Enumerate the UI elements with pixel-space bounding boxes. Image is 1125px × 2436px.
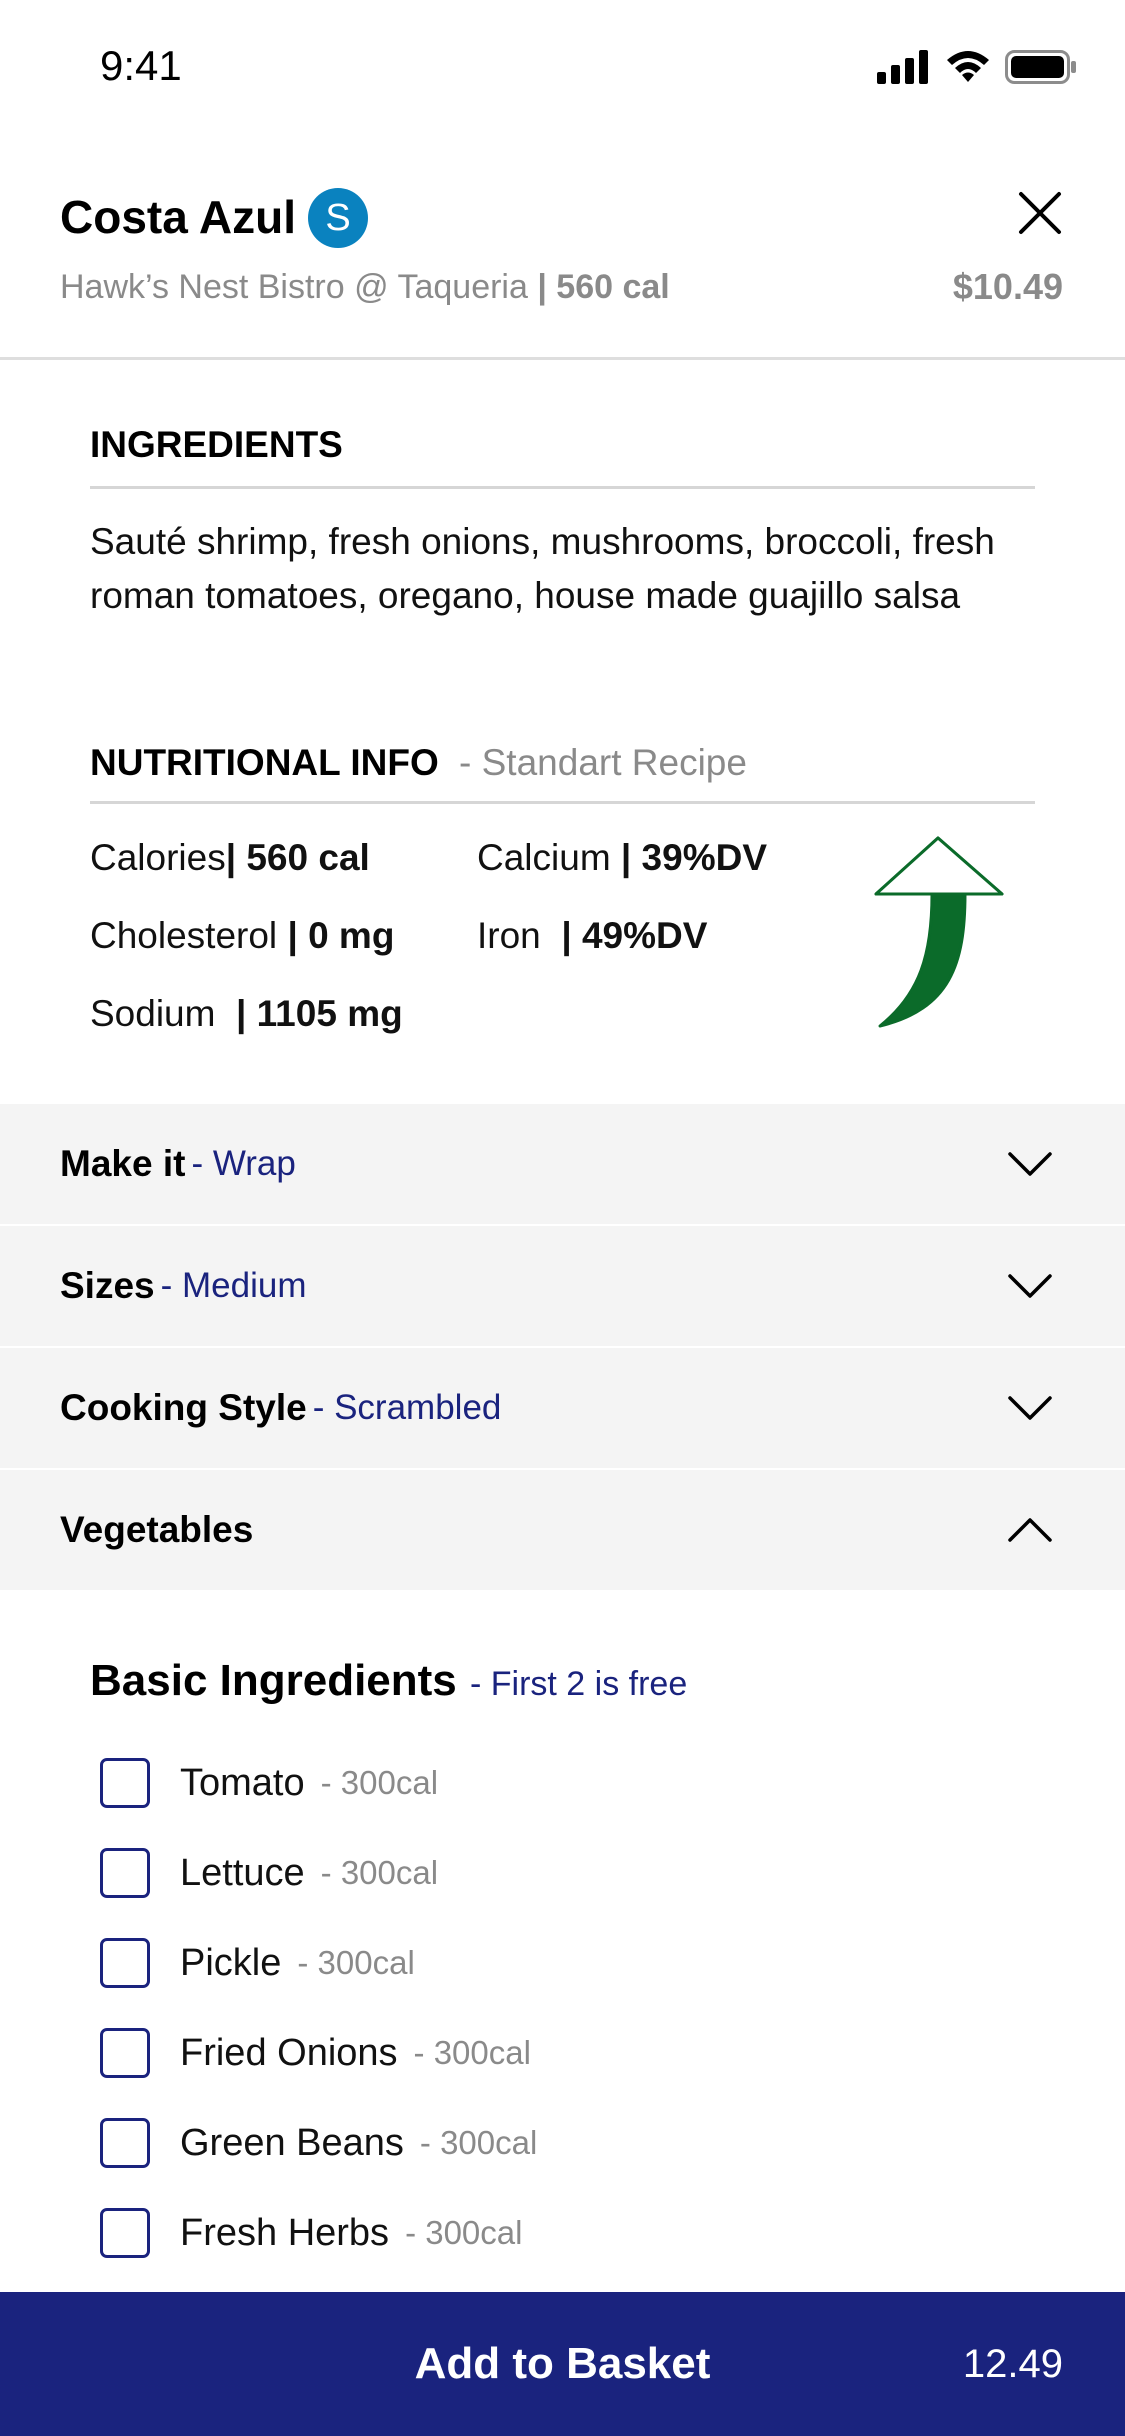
ingredient-calories: - 300cal bbox=[320, 1764, 439, 1801]
sodium-value: | 1105 mg bbox=[236, 993, 403, 1034]
calcium-value: | 39%DV bbox=[620, 837, 768, 878]
header-divider bbox=[0, 357, 1125, 360]
ingredient-option-fresh-herbs[interactable]: Fresh Herbs - 300cal bbox=[100, 2204, 522, 2262]
option-cooking-style[interactable]: Cooking Style - Scrambled bbox=[0, 1348, 1125, 1468]
nutrition-sodium: Sodium | 1105 mg bbox=[90, 993, 403, 1035]
option-value: - Wrap bbox=[191, 1144, 296, 1183]
option-label: Cooking Style bbox=[60, 1387, 307, 1428]
item-price: $10.49 bbox=[952, 266, 1063, 307]
ingredient-calories: - 300cal bbox=[320, 1854, 439, 1891]
vendor-badge: S bbox=[308, 188, 368, 248]
checkbox[interactable] bbox=[100, 2028, 150, 2078]
add-to-basket-bar[interactable]: Add to Basket 12.49 bbox=[0, 2292, 1125, 2436]
ingredient-calories: - 300cal bbox=[419, 2124, 538, 2161]
ingredient-option-tomato[interactable]: Tomato - 300cal bbox=[100, 1754, 438, 1812]
battery-icon bbox=[1005, 50, 1076, 84]
calories-label: Calories bbox=[90, 837, 226, 878]
option-make-it-label: Make it - Wrap bbox=[60, 1104, 296, 1224]
chevron-down-icon[interactable] bbox=[1007, 1268, 1053, 1304]
iron-label: Iron bbox=[477, 915, 541, 956]
nutrition-heading: NUTRITIONAL INFO bbox=[90, 742, 439, 783]
checkbox[interactable] bbox=[100, 2208, 150, 2258]
option-cooking-style-label: Cooking Style - Scrambled bbox=[60, 1348, 501, 1468]
ingredient-option-pickle[interactable]: Pickle - 300cal bbox=[100, 1934, 415, 1992]
ingredient-label: Tomato bbox=[180, 1761, 305, 1804]
option-value: - Medium bbox=[160, 1266, 307, 1305]
basic-ingredients-title: Basic Ingredients bbox=[90, 1656, 457, 1705]
option-vegetables-label: Vegetables bbox=[60, 1470, 253, 1590]
ingredient-label: Green Beans bbox=[180, 2121, 404, 2164]
ingredients-divider bbox=[90, 486, 1035, 489]
calorie-label: | 560 cal bbox=[537, 268, 670, 306]
nutrition-cholesterol: Cholesterol | 0 mg bbox=[90, 915, 394, 957]
status-time: 9:41 bbox=[100, 42, 182, 89]
option-label: Vegetables bbox=[60, 1509, 254, 1550]
status-icons bbox=[877, 50, 1077, 84]
wifi-icon bbox=[947, 51, 989, 82]
ingredients-heading: INGREDIENTS bbox=[90, 424, 343, 465]
signal-icon bbox=[877, 50, 928, 84]
ingredient-label: Lettuce bbox=[180, 1851, 305, 1894]
nutrition-heading-row: NUTRITIONAL INFO - Standart Recipe bbox=[90, 742, 747, 784]
add-to-basket-button[interactable]: Add to Basket bbox=[0, 2292, 1125, 2436]
ingredient-label: Pickle bbox=[180, 1941, 282, 1984]
chevron-down-icon[interactable] bbox=[1007, 1390, 1053, 1426]
ingredient-calories: - 300cal bbox=[405, 2214, 523, 2251]
ingredient-calories: - 300cal bbox=[297, 1944, 415, 1981]
nutrition-divider bbox=[90, 801, 1035, 804]
iron-value: | 49%DV bbox=[561, 915, 708, 956]
close-icon[interactable] bbox=[1017, 190, 1063, 236]
ingredient-calories: - 300cal bbox=[413, 2034, 531, 2071]
curved-arrow-up-icon bbox=[874, 836, 1004, 1028]
chevron-up-icon[interactable] bbox=[1007, 1512, 1053, 1548]
option-label: Sizes bbox=[60, 1265, 155, 1306]
checkbox[interactable] bbox=[100, 1938, 150, 1988]
nutrition-subheading: - Standart Recipe bbox=[459, 742, 747, 783]
nutrition-iron: Iron | 49%DV bbox=[477, 915, 707, 957]
option-sizes-label: Sizes - Medium bbox=[60, 1226, 307, 1346]
checkbox[interactable] bbox=[100, 1758, 150, 1808]
ingredient-option-fried-onions[interactable]: Fried Onions - 300cal bbox=[100, 2024, 531, 2082]
checkbox[interactable] bbox=[100, 2118, 150, 2168]
location-label: Hawk’s Nest Bistro @ Taqueria bbox=[60, 268, 528, 306]
cholesterol-label: Cholesterol bbox=[90, 915, 278, 956]
nutrition-calcium: Calcium | 39%DV bbox=[477, 837, 767, 879]
cholesterol-value: | 0 mg bbox=[287, 915, 395, 956]
option-label: Make it bbox=[60, 1143, 186, 1184]
calcium-label: Calcium bbox=[477, 837, 611, 878]
ingredients-text: Sauté shrimp, fresh onions, mushrooms, b… bbox=[90, 521, 995, 616]
option-make-it[interactable]: Make it - Wrap bbox=[0, 1104, 1125, 1224]
checkbox[interactable] bbox=[100, 1848, 150, 1898]
ingredient-label: Fresh Herbs bbox=[180, 2211, 390, 2254]
option-value: - Scrambled bbox=[312, 1388, 502, 1427]
chevron-down-icon[interactable] bbox=[1007, 1146, 1053, 1182]
ingredient-option-lettuce[interactable]: Lettuce - 300cal bbox=[100, 1844, 438, 1902]
option-vegetables[interactable]: Vegetables bbox=[0, 1470, 1125, 1590]
option-sizes[interactable]: Sizes - Medium bbox=[0, 1226, 1125, 1346]
nutrition-calories: Calories| 560 cal bbox=[90, 837, 370, 879]
sodium-label: Sodium bbox=[90, 993, 216, 1034]
item-subtitle: Hawk’s Nest Bistro @ Taqueria | 560 cal bbox=[60, 268, 670, 307]
item-title: Costa Azul bbox=[60, 191, 296, 243]
calories-value: | 560 cal bbox=[225, 837, 370, 878]
ingredient-option-green-beans[interactable]: Green Beans - 300cal bbox=[100, 2114, 537, 2172]
ingredient-label: Fried Onions bbox=[180, 2031, 398, 2074]
basket-total: 12.49 bbox=[962, 2341, 1063, 2386]
basic-ingredients-note: - First 2 is free bbox=[470, 1665, 688, 1703]
